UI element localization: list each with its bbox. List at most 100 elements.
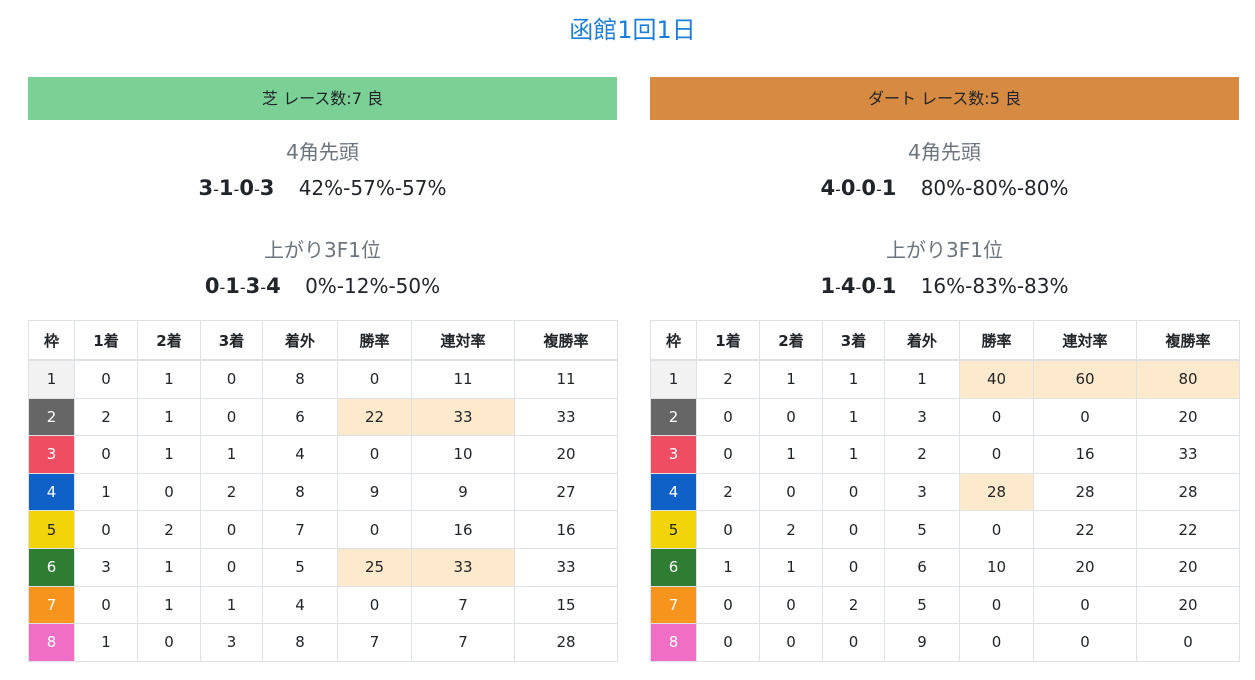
frame-number-cell: 3 [650,435,697,474]
dirt-col-header-win-rate: 勝率 [959,320,1034,361]
table-row: 80009000 [650,623,1240,662]
table-row: 8 1 0 3 8 7 7 28 [28,623,618,662]
table-row: 5 0 2 0 7 0 16 16 [28,510,618,549]
dirt-cell-quinella-rate: 60 [1033,359,1137,399]
turf-cell-place-rate: 11 [514,359,618,399]
turf-cell-place-rate: 20 [514,435,618,474]
dirt-cell-place-rate: 20 [1136,585,1240,625]
turf-last3f-pct: 0%-12%-50% [305,274,441,298]
dirt-cell-first: 0 [696,435,760,474]
frame-number-cell: 4 [650,472,697,512]
frame-number-cell: 2 [28,397,75,437]
turf-cell-place-rate: 33 [514,547,618,587]
dirt-last3f-stats: 1-4-0-1 16%-83%-83% [650,268,1239,304]
frame-number-cell: 7 [28,585,75,625]
dirt-cell-out: 6 [884,547,960,587]
turf-cell-win-rate: 25 [337,547,412,587]
table-row: 6 1 1 0 6 10 20 20 [650,547,1240,587]
dirt-cell-quinella-rate: 22 [1033,510,1137,549]
dirt-cell-quinella-rate: 20 [1033,547,1137,587]
dirt-cell-win-rate: 28 [959,472,1034,512]
turf-cell-quinella-rate: 7 [411,623,515,662]
dirt-col-header-first: 1着 [696,320,760,361]
dirt-cell-quinella-rate: 28 [1033,472,1137,512]
dirt-cell-place-rate: 22 [1136,510,1240,549]
frame-number-cell: 2 [650,397,697,437]
dirt-cell-win-rate: 0 [959,585,1034,625]
dirt-cell-second: 1 [759,547,823,587]
table-row: 4 2 0 0 3 28 28 28 [650,472,1240,512]
turf-col-header-win-rate: 勝率 [337,320,412,361]
dirt-cell-out: 1 [884,359,960,399]
turf-cell-win-rate: 0 [337,435,412,474]
dirt-cell-third: 2 [822,585,885,625]
frame-number-cell: 6 [650,547,697,587]
dirt-cell-place-rate: 33 [1136,435,1240,474]
dirt-cell-second: 0 [759,585,823,625]
turf-cell-out: 4 [262,435,338,474]
dirt-cell-third: 0 [822,547,885,587]
dirt-cell-third: 0 [822,472,885,512]
turf-cell-first: 0 [74,510,138,549]
turf-last3f-record: 0-1-3-4 [204,274,281,298]
frame-number-cell: 3 [28,435,75,474]
turf-cell-place-rate: 27 [514,472,618,512]
turf-cell-first: 3 [74,547,138,587]
turf-cell-third: 0 [200,547,263,587]
turf-cell-out: 4 [262,585,338,625]
table-row: 2 2 1 0 6 22 33 33 [28,397,618,437]
turf-cell-first: 1 [74,623,138,662]
table-row: 7 0 0 2 5 0 0 20 [650,585,1240,625]
turf-cell-win-rate: 0 [337,585,412,625]
dirt-cell-win-rate: 0 [959,510,1034,549]
turf-cell-out: 8 [262,623,338,662]
turf-cell-third: 3 [200,623,263,662]
dirt-table-header-row: 枠 1着 2着 3着 着外 勝率 連対率 複勝率 [650,320,1240,361]
turf-cell-first: 0 [74,585,138,625]
turf-cell-place-rate: 28 [514,623,618,662]
turf-col-header-place-rate: 複勝率 [514,320,618,361]
turf-cell-second: 0 [137,472,201,512]
turf-table-header-row: 枠 1着 2着 3着 着外 勝率 連対率 複勝率 [28,320,618,361]
dirt-cell-second: 1 [759,359,823,399]
turf-frame-table: 枠 1着 2着 3着 着外 勝率 連対率 複勝率 1 0 1 0 8 0 11 11 2 2 1 0 6 22 33 33 3… [28,320,618,662]
dirt-last3f-record: 1-4-0-1 [820,274,897,298]
turf-cell-quinella-rate: 7 [411,585,515,625]
turf-cell-second: 1 [137,435,201,474]
dirt-frame-table: 枠 1着 2着 3着 着外 勝率 連対率 複勝率 1 2 1 1 1 40 60 80 2 0 0 1 3 0 0 20 3 0… [650,320,1240,662]
dirt-corner4-heading: 4角先頭 [908,140,981,164]
turf-cell-first: 0 [74,435,138,474]
dirt-col-header-quinella-rate: 連対率 [1033,320,1137,361]
turf-cell-second: 1 [137,585,201,625]
turf-last3f-heading: 上がり3F1位 [264,238,381,262]
turf-cell-quinella-rate: 11 [411,359,515,399]
frame-number-cell: 7 [650,585,697,625]
turf-cell-second: 2 [137,510,201,549]
dirt-corner4-record: 4-0-0-1 [820,176,897,200]
turf-cell-second: 0 [137,623,201,662]
dirt-cell-out: 5 [884,510,960,549]
turf-corner4-stats: 3-1-0-3 42%-57%-57% [28,170,617,206]
dirt-cell-third: 0 [822,623,885,662]
frame-number-cell: 5 [28,510,75,549]
turf-cell-place-rate: 33 [514,397,618,437]
turf-cell-win-rate: 22 [337,397,412,437]
turf-col-header-second: 2着 [137,320,201,361]
turf-cell-place-rate: 15 [514,585,618,625]
dirt-cell-third: 1 [822,397,885,437]
frame-number-cell: 4 [28,472,75,512]
turf-cell-place-rate: 16 [514,510,618,549]
turf-cell-second: 1 [137,547,201,587]
turf-col-header-quinella-rate: 連対率 [411,320,515,361]
turf-cell-out: 5 [262,547,338,587]
frame-number-cell: 8 [28,623,75,662]
turf-cell-win-rate: 7 [337,623,412,662]
turf-cell-out: 7 [262,510,338,549]
dirt-corner4-stats: 4-0-0-1 80%-80%-80% [650,170,1239,206]
dirt-col-header-place-rate: 複勝率 [1136,320,1240,361]
turf-last3f-stats: 0-1-3-4 0%-12%-50% [28,268,617,304]
turf-col-header-out: 着外 [262,320,338,361]
dirt-corner4-pct: 80%-80%-80% [920,176,1069,200]
turf-col-header-third: 3着 [200,320,263,361]
table-row: 1 0 1 0 8 0 11 11 [28,359,618,399]
